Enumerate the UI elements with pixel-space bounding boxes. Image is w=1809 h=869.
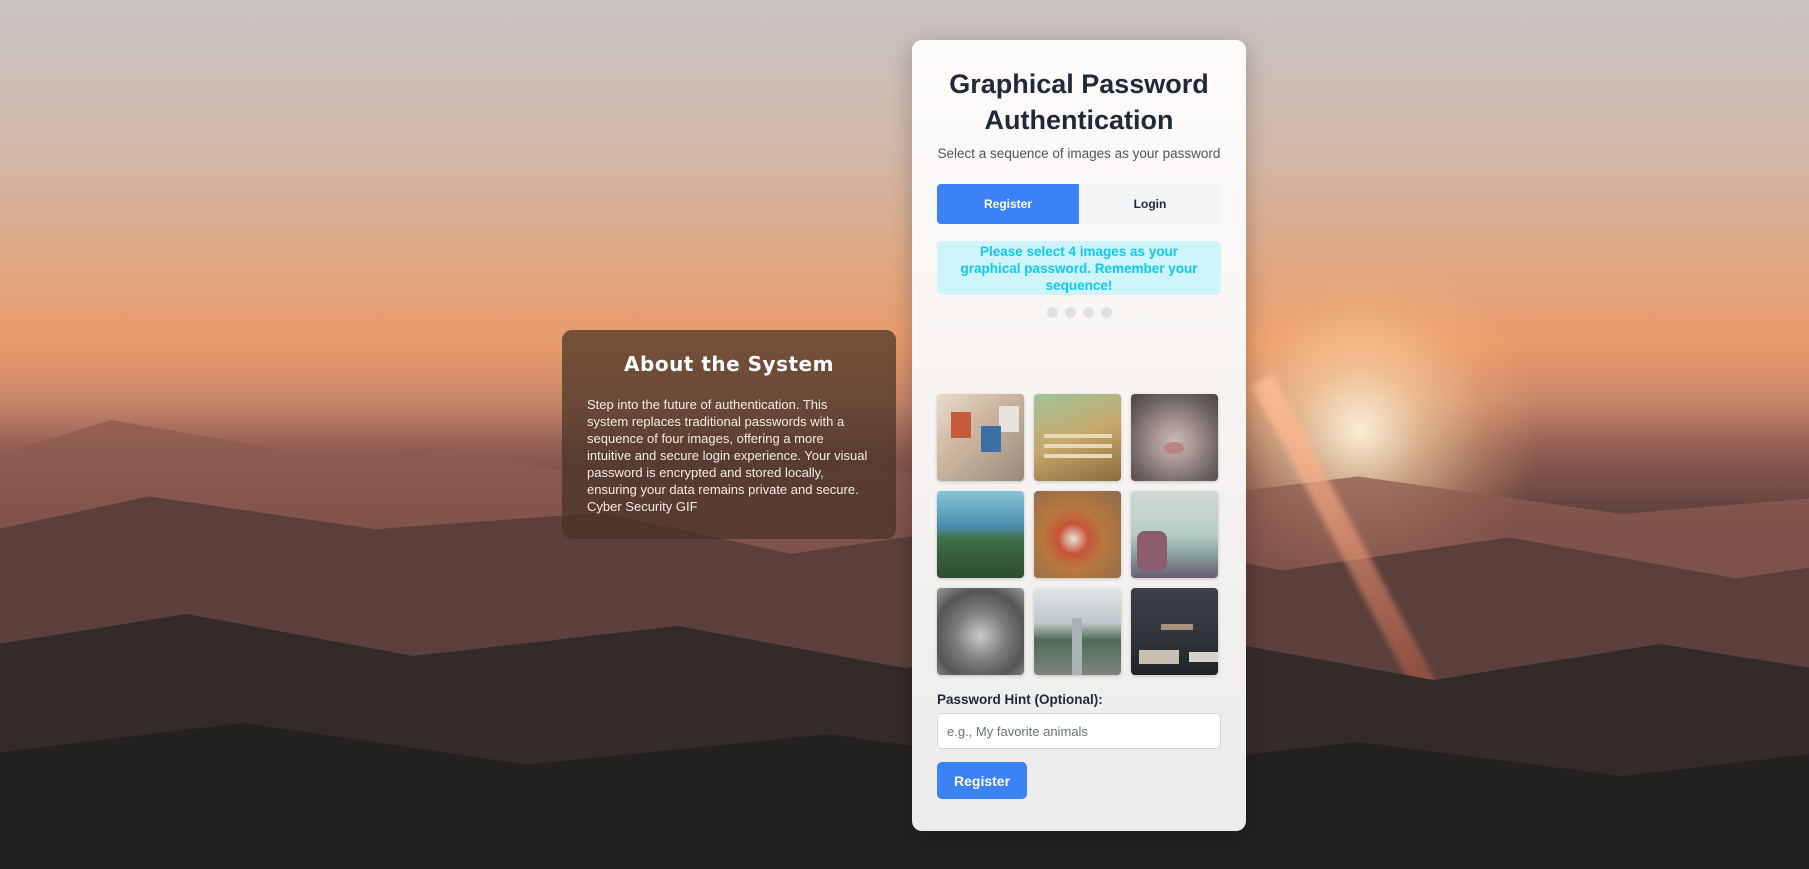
image-tile[interactable] bbox=[937, 588, 1024, 675]
cat-nose-image bbox=[1131, 394, 1218, 481]
image-tile[interactable] bbox=[1131, 394, 1218, 481]
image-tile[interactable] bbox=[1034, 588, 1121, 675]
tab-register[interactable]: Register bbox=[937, 184, 1079, 224]
about-title: About the System bbox=[624, 352, 834, 376]
tree-road-image bbox=[1034, 588, 1121, 675]
progress-dot bbox=[1046, 307, 1058, 318]
desk-flatlay-image bbox=[937, 394, 1024, 481]
background-scenery bbox=[0, 0, 1809, 869]
beach-pier-image bbox=[1131, 491, 1218, 578]
instruction-alert: Please select 4 images as your graphical… bbox=[937, 241, 1221, 295]
progress-dot bbox=[1100, 307, 1112, 318]
password-hint-input[interactable] bbox=[937, 713, 1221, 749]
auth-card: Graphical Password Authentication Select… bbox=[912, 40, 1246, 831]
selection-progress bbox=[937, 307, 1221, 318]
image-tile[interactable] bbox=[937, 491, 1024, 578]
hint-label: Password Hint (Optional): bbox=[937, 692, 1103, 707]
tab-login[interactable]: Login bbox=[1079, 184, 1221, 224]
progress-dot bbox=[1082, 307, 1094, 318]
image-tile[interactable] bbox=[1131, 588, 1218, 675]
register-button[interactable]: Register bbox=[937, 762, 1028, 799]
image-grid bbox=[937, 394, 1221, 675]
coffee-mug-image bbox=[1034, 491, 1121, 578]
image-tile[interactable] bbox=[937, 394, 1024, 481]
image-tile[interactable] bbox=[1034, 491, 1121, 578]
auth-tabs: Register Login bbox=[937, 184, 1221, 224]
progress-dot bbox=[1064, 307, 1076, 318]
garden-fence-image bbox=[1034, 394, 1121, 481]
pine-cones-image bbox=[937, 588, 1024, 675]
forest-lake-image bbox=[937, 491, 1024, 578]
image-tile[interactable] bbox=[1034, 394, 1121, 481]
workspace-keyboard-image bbox=[1131, 588, 1218, 675]
image-tile[interactable] bbox=[1131, 491, 1218, 578]
page-subtitle: Select a sequence of images as your pass… bbox=[937, 146, 1221, 161]
about-panel: About the System Step into the future of… bbox=[562, 330, 896, 539]
page-title: Graphical Password Authentication bbox=[949, 69, 1209, 135]
about-description: Step into the future of authentication. … bbox=[587, 397, 868, 514]
